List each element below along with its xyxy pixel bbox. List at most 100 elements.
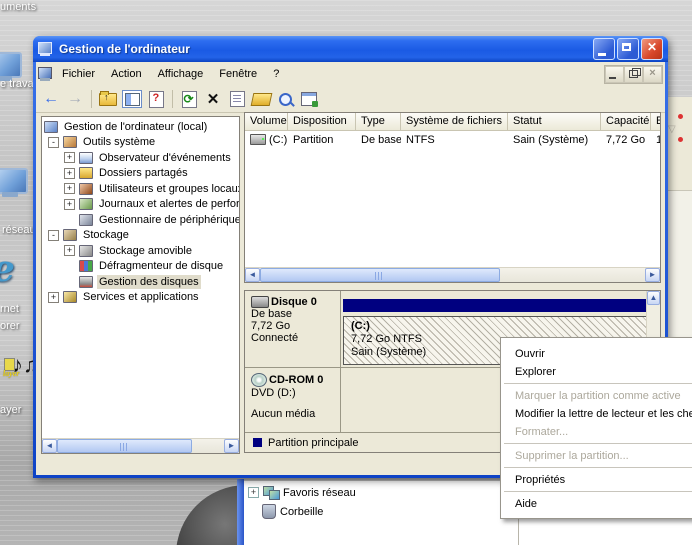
cdrom-name: CD-ROM 0 — [269, 374, 323, 386]
tree-item-services[interactable]: + Services et applications — [42, 290, 239, 306]
tree-item-storage[interactable]: - Stockage — [42, 228, 239, 244]
menu-separator — [504, 443, 692, 444]
toolbar-separator — [172, 90, 173, 108]
scroll-right-icon[interactable]: ► — [224, 439, 239, 453]
mdi-close-button[interactable]: × — [643, 66, 662, 83]
tree-item-disk-management[interactable]: Gestion des disques — [42, 274, 239, 290]
expand-icon[interactable]: + — [248, 487, 259, 498]
disk0-info[interactable]: Disque 0 De base 7,72 Go Connecté — [245, 291, 341, 367]
volume-cell: (C:) — [245, 134, 288, 146]
defragmenter-icon — [79, 260, 93, 272]
scroll-left-icon[interactable]: ◄ — [42, 439, 57, 453]
find-button[interactable] — [274, 88, 296, 110]
expand-icon[interactable]: + — [48, 292, 59, 303]
menu-aide[interactable]: ? — [265, 66, 287, 82]
list-horizontal-scrollbar[interactable]: ◄ ► — [245, 267, 660, 282]
tree-horizontal-scrollbar[interactable]: ◄ ► — [42, 438, 239, 453]
menu-fichier[interactable]: Fichier — [54, 66, 103, 82]
tree-item-label-selected: Gestion des disques — [97, 275, 201, 289]
volume-row-c[interactable]: (C:) Partition De base NTFS Sain (Systèm… — [245, 131, 660, 148]
expand-icon[interactable]: + — [64, 199, 75, 210]
collapse-icon[interactable]: - — [48, 230, 59, 241]
tree-item-defragmenter[interactable]: Défragmenteur de disque — [42, 259, 239, 275]
menu-action[interactable]: Action — [103, 66, 150, 82]
help-button[interactable]: ? — [145, 88, 167, 110]
mdi-minimize-button[interactable] — [605, 66, 624, 83]
up-folder-button[interactable]: ↑ — [97, 88, 119, 110]
show-tree-toggle-button[interactable] — [121, 88, 143, 110]
desktop-icon-label-ie2[interactable]: orer — [0, 320, 20, 332]
menu-affichage[interactable]: Affichage — [150, 66, 212, 82]
scrollbar-thumb[interactable] — [57, 439, 192, 453]
tree-item-device-manager[interactable]: Gestionnaire de périphériques — [42, 212, 239, 228]
forward-button[interactable]: → — [64, 88, 86, 110]
column-disposition[interactable]: Disposition — [288, 113, 356, 131]
mdi-restore-button[interactable] — [624, 66, 643, 83]
desktop-icon-label-ie1[interactable]: rnet — [0, 303, 19, 315]
scroll-up-icon[interactable]: ▲ — [647, 291, 660, 305]
properties-button[interactable] — [226, 88, 248, 110]
tree-item-label: Outils système — [81, 135, 157, 149]
menu-fenetre[interactable]: Fenêtre — [211, 66, 265, 82]
tree-item-root[interactable]: Gestion de l'ordinateur (local) — [42, 119, 239, 135]
maximize-button[interactable] — [617, 38, 639, 60]
export-list-button[interactable] — [298, 88, 320, 110]
title-bar[interactable]: Gestion de l'ordinateur ✕ — [33, 36, 668, 62]
disk0-status: Connecté — [251, 332, 340, 344]
scroll-left-icon[interactable]: ◄ — [245, 268, 260, 282]
toolbar: ← → ↑ ? ⟳ ✕ — [36, 86, 665, 113]
tree-item-local-users[interactable]: + Utilisateurs et groupes locaux — [42, 181, 239, 197]
back-button[interactable]: ← — [40, 88, 62, 110]
minimize-button[interactable] — [593, 38, 615, 60]
tree-item-removable-storage[interactable]: + Stockage amovible — [42, 243, 239, 259]
tree-item-system-tools[interactable]: - Outils système — [42, 135, 239, 151]
delete-button[interactable]: ✕ — [202, 88, 224, 110]
tree-item-label: Dossiers partagés — [97, 166, 190, 180]
desktop-icon-label-player[interactable]: ayer — [0, 404, 21, 416]
background-tree-label: Favoris réseau — [283, 487, 356, 499]
mdi-system-icon[interactable] — [38, 67, 54, 81]
tree-item-perf-logs[interactable]: + Journaux et alertes de perfor — [42, 197, 239, 213]
desktop-icon-label-network[interactable]: réseau — [2, 224, 36, 236]
refresh-button[interactable]: ⟳ — [178, 88, 200, 110]
expand-icon[interactable]: + — [64, 152, 75, 163]
tree-item-shared-folders[interactable]: + Dossiers partagés — [42, 166, 239, 182]
toolbar-separator — [91, 90, 92, 108]
filesystem-cell: NTFS — [401, 134, 508, 146]
column-statut[interactable]: Statut — [508, 113, 601, 131]
internet-explorer-icon[interactable]: e — [0, 248, 15, 290]
menu-item-ouvrir[interactable]: Ouvrir — [501, 345, 692, 363]
menu-item-proprietes[interactable]: Propriétés — [501, 471, 692, 489]
close-button[interactable]: ✕ — [641, 38, 663, 60]
desktop-icon-label-computer[interactable]: e trava — [0, 78, 34, 90]
tree-item-label: Stockage amovible — [97, 244, 194, 258]
collapse-icon[interactable]: - — [48, 137, 59, 148]
column-filesystem[interactable]: Système de fichiers — [401, 113, 508, 131]
cdrom-info[interactable]: CD-ROM 0 DVD (D:) Aucun média — [245, 368, 341, 433]
network-places-icon[interactable] — [0, 168, 28, 198]
scrollbar-track[interactable] — [57, 439, 224, 453]
expand-icon[interactable]: + — [64, 168, 75, 179]
open-folder-button[interactable] — [250, 88, 272, 110]
tree-item-label: Gestion de l'ordinateur (local) — [62, 120, 209, 134]
menu-separator — [504, 467, 692, 468]
desktop-icon-label-documents[interactable]: uments — [0, 1, 36, 13]
primary-partition-color-swatch — [253, 438, 262, 447]
scroll-right-icon[interactable]: ► — [645, 268, 660, 282]
scrollbar-thumb[interactable] — [260, 268, 500, 282]
tree-item-event-viewer[interactable]: + Observateur d'événements — [42, 150, 239, 166]
column-capacite[interactable]: Capacité — [601, 113, 651, 131]
background-tree-item-recycle[interactable]: Corbeille — [262, 504, 323, 519]
menu-item-explorer[interactable]: Explorer — [501, 363, 692, 381]
column-volume[interactable]: Volume — [245, 113, 288, 131]
disposition-cell: Partition — [288, 134, 356, 146]
column-espace[interactable]: Esp — [651, 113, 661, 131]
scrollbar-track[interactable] — [260, 268, 645, 282]
menu-item-aide[interactable]: Aide — [501, 495, 692, 513]
expand-icon[interactable]: + — [64, 245, 75, 256]
expand-icon[interactable]: + — [64, 183, 75, 194]
column-type[interactable]: Type — [356, 113, 401, 131]
menu-item-modifier-lettre[interactable]: Modifier la lettre de lecteur et les che… — [501, 405, 692, 423]
tree-item-label: Stockage — [81, 228, 131, 242]
background-tree-item-network[interactable]: + Favoris réseau — [248, 486, 356, 499]
